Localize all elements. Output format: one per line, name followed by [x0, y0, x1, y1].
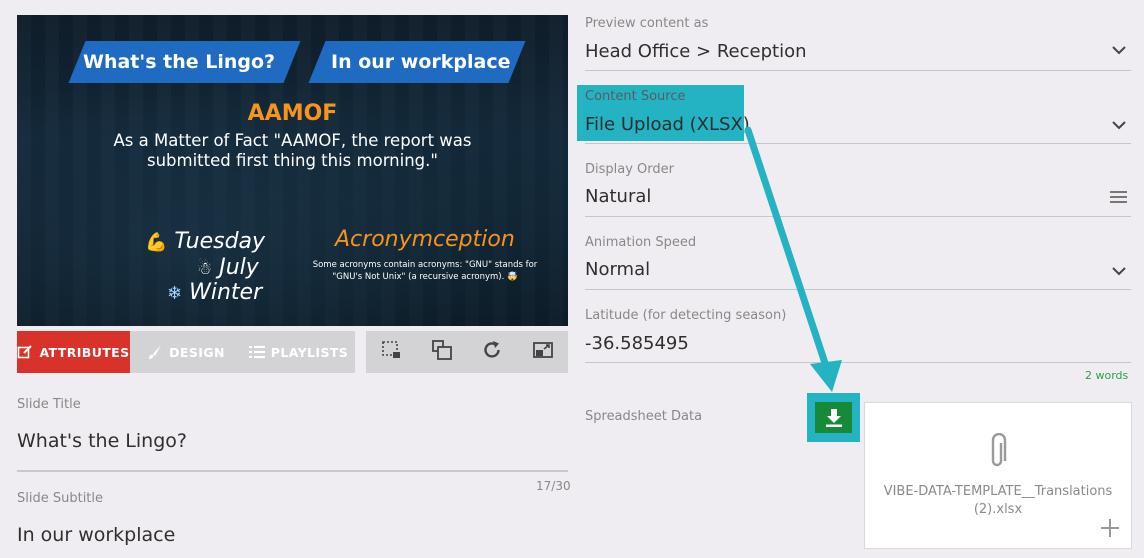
- slide-title-input[interactable]: What's the Lingo?: [17, 430, 187, 452]
- tab-playlists[interactable]: PLAYLISTS: [242, 331, 355, 373]
- month-text: July: [219, 255, 259, 280]
- section-text: Some acronyms contain acronyms: "GNU" st…: [312, 260, 538, 282]
- file-name: VIBE-DATA-TEMPLATE__Translations (2).xls…: [883, 484, 1113, 517]
- chevron-down-icon[interactable]: [1112, 267, 1126, 276]
- tab-design-label: DESIGN: [169, 344, 225, 360]
- banner-right-text: In our workplace: [331, 51, 511, 73]
- snowflake-icon: ❄: [167, 283, 183, 304]
- acronym-title: AAMOF: [247, 101, 338, 126]
- word-count: 2 words: [1085, 369, 1129, 382]
- latitude-underline: [585, 362, 1131, 363]
- paperclip-icon: [991, 433, 1007, 467]
- preview-as-select[interactable]: Head Office > Reception: [585, 41, 807, 62]
- banner-left-text: What's the Lingo?: [83, 51, 276, 73]
- content-source-select[interactable]: File Upload (XLSX): [585, 114, 750, 135]
- animation-speed-underline: [585, 289, 1131, 290]
- tab-playlists-label: PLAYLISTS: [270, 344, 349, 360]
- display-order-label: Display Order: [585, 162, 674, 177]
- season-row: ❄ Winter: [167, 280, 262, 305]
- download-button[interactable]: [815, 402, 852, 433]
- content-source-underline: [585, 143, 1131, 144]
- section-title: Acronymception: [335, 227, 515, 252]
- day-text: Tuesday: [174, 229, 266, 254]
- display-order-select[interactable]: Natural: [585, 186, 651, 207]
- tab-attributes[interactable]: ATTRIBUTES: [17, 331, 130, 373]
- download-icon: [825, 408, 842, 427]
- season-text: Winter: [189, 280, 263, 305]
- refresh-icon[interactable]: [481, 339, 503, 365]
- slide-title-label: Slide Title: [17, 397, 81, 412]
- list-icon: [248, 346, 265, 358]
- edit-icon: [18, 345, 33, 359]
- preview-as-label: Preview content as: [585, 16, 709, 31]
- flex-icon: 💪: [145, 232, 168, 253]
- tab-design[interactable]: DESIGN: [130, 331, 242, 373]
- brush-icon: [149, 345, 162, 359]
- month-row: ☃ July: [197, 255, 259, 280]
- chevron-down-icon[interactable]: [1112, 46, 1126, 55]
- tab-attributes-label: ATTRIBUTES: [39, 344, 130, 360]
- file-upload-box[interactable]: VIBE-DATA-TEMPLATE__Translations (2).xls…: [864, 402, 1132, 549]
- animation-speed-label: Animation Speed: [585, 235, 697, 250]
- latitude-label: Latitude (for detecting season): [585, 308, 787, 323]
- slide-title-underline: [17, 470, 568, 472]
- latitude-input[interactable]: -36.585495: [585, 333, 689, 354]
- spreadsheet-label: Spreadsheet Data: [585, 409, 703, 424]
- display-order-underline: [585, 216, 1131, 217]
- acronym-definition: As a Matter of Fact "AAMOF, the report w…: [113, 131, 472, 170]
- slide-subtitle-label: Slide Subtitle: [17, 491, 104, 506]
- add-icon[interactable]: [1101, 519, 1119, 537]
- animation-speed-select[interactable]: Normal: [585, 259, 650, 280]
- preview-toolbar: [366, 331, 568, 373]
- slide-subtitle-input[interactable]: In our workplace: [17, 524, 175, 546]
- layers-icon[interactable]: [431, 339, 453, 365]
- chevron-down-icon[interactable]: [1112, 121, 1126, 130]
- char-counter: 17/30: [536, 479, 571, 493]
- menu-icon[interactable]: [1110, 190, 1127, 204]
- content-source-label: Content Source: [585, 89, 686, 104]
- day-row: 💪 Tuesday: [145, 229, 265, 254]
- slide-preview: What's the Lingo? In our workplace AAMOF…: [17, 15, 568, 326]
- resize-icon[interactable]: [532, 339, 554, 365]
- snowman-icon: ☃: [197, 259, 213, 279]
- preview-as-underline: [585, 70, 1131, 71]
- crop-icon[interactable]: [380, 339, 402, 365]
